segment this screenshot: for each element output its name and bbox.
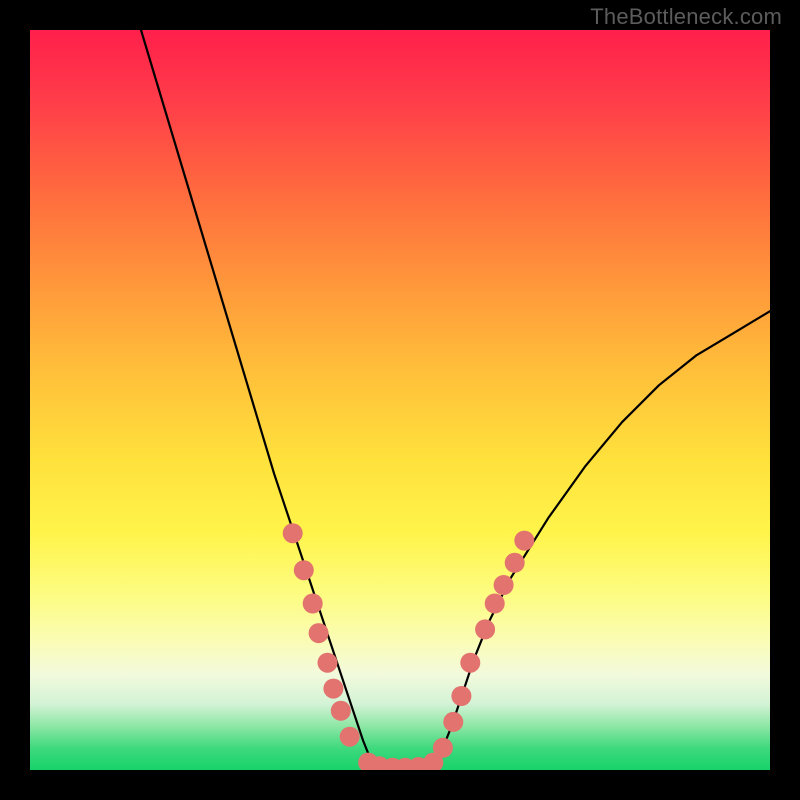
highlight-dot <box>294 560 314 580</box>
highlight-dot <box>485 594 505 614</box>
bottleneck-curve-path <box>141 30 770 770</box>
highlight-dot <box>283 523 303 543</box>
highlight-dot <box>303 594 323 614</box>
highlight-dot <box>460 653 480 673</box>
highlight-dot <box>331 701 351 721</box>
highlight-dot <box>443 712 463 732</box>
highlight-dot <box>475 619 495 639</box>
highlight-dot <box>514 531 534 551</box>
highlight-dot <box>494 575 514 595</box>
bottleneck-curve <box>141 30 770 770</box>
curve-layer <box>30 30 770 770</box>
highlight-dot <box>323 679 343 699</box>
highlight-dot <box>309 623 329 643</box>
plot-area <box>30 30 770 770</box>
highlight-markers <box>283 523 535 770</box>
highlight-dot <box>505 553 525 573</box>
highlight-dot <box>340 727 360 747</box>
highlight-dot <box>451 686 471 706</box>
watermark-text: TheBottleneck.com <box>590 4 782 30</box>
chart-frame: TheBottleneck.com <box>0 0 800 800</box>
highlight-dot <box>317 653 337 673</box>
highlight-dot <box>433 738 453 758</box>
